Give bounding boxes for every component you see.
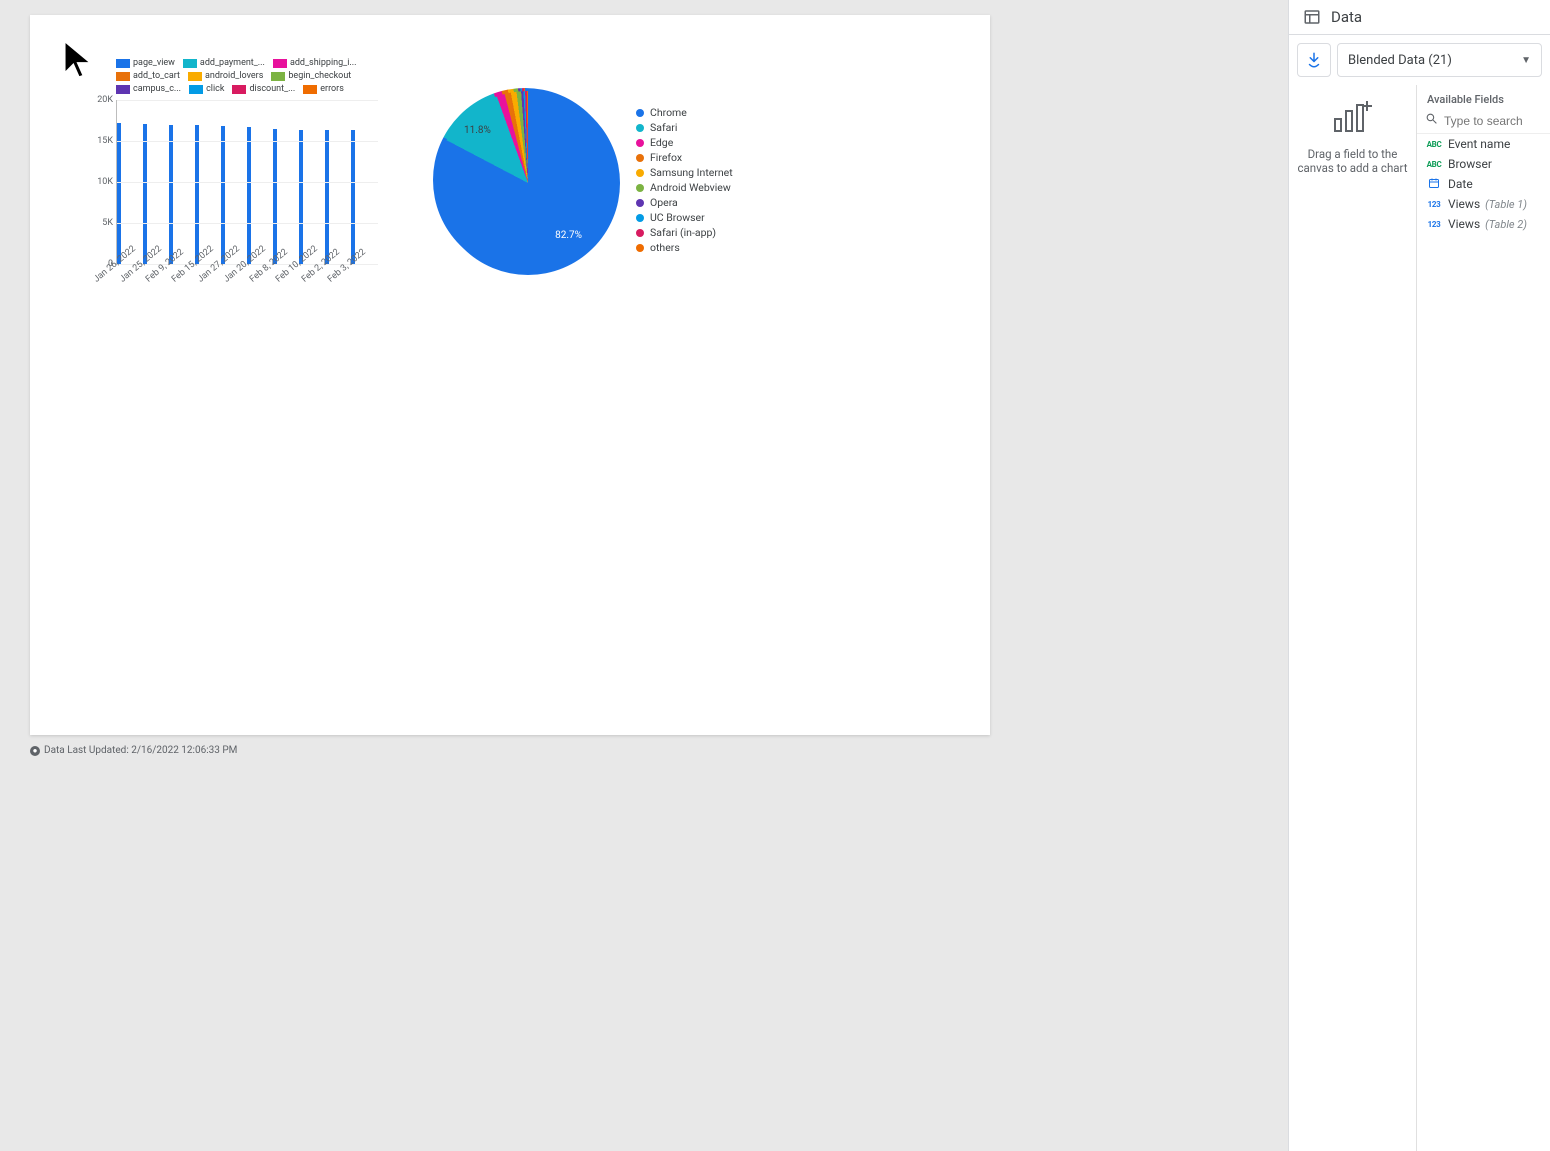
calendar-icon	[1426, 177, 1442, 191]
pie-legend-item: others	[636, 240, 733, 255]
chevron-down-icon: ▼	[1521, 55, 1531, 66]
field-type-badge: 123	[1426, 200, 1442, 209]
report-canvas[interactable]: page_view add_payment_... add_shipping_i..…	[30, 15, 990, 735]
datasource-select[interactable]: Blended Data (21) ▼	[1337, 43, 1542, 77]
legend-item: discount_...	[232, 83, 295, 96]
table-icon	[1303, 8, 1321, 26]
field-item[interactable]: Date	[1417, 174, 1550, 194]
bar	[325, 130, 329, 264]
bar	[299, 130, 303, 264]
bar	[273, 129, 277, 264]
search-icon	[1425, 112, 1438, 129]
blend-data-button[interactable]	[1297, 43, 1331, 77]
bar-x-axis: Jan 26, 2022Jan 25, 2022Feb 9, 2022Feb 1…	[116, 265, 378, 305]
pie-legend-item: Chrome	[636, 105, 733, 120]
field-label: Browser	[1448, 157, 1492, 171]
legend-item: click	[189, 83, 224, 96]
field-item[interactable]: 123 Views (Table 1)	[1417, 194, 1550, 214]
field-type-badge: ABC	[1426, 160, 1442, 169]
bar-legend: page_view add_payment_... add_shipping_i..…	[116, 57, 376, 96]
field-label: Views (Table 2)	[1448, 217, 1527, 231]
legend-item: add_shipping_i...	[273, 57, 357, 70]
available-fields-header: Available Fields	[1417, 85, 1550, 110]
pie-legend-item: Safari	[636, 120, 733, 135]
pie-legend-item: Android Webview	[636, 180, 733, 195]
legend-item: add_payment_...	[183, 57, 265, 70]
field-item[interactable]: ABC Event name	[1417, 134, 1550, 154]
field-search-input[interactable]	[1444, 114, 1542, 128]
data-panel-title: Data	[1331, 8, 1362, 26]
pie-legend-item: Edge	[636, 135, 733, 150]
field-label: Event name	[1448, 137, 1510, 151]
bar	[117, 123, 121, 264]
pie-circle: 82.7% 11.8%	[430, 85, 620, 275]
pie-chart[interactable]: 82.7% 11.8% ChromeSafariEdgeFirefoxSamsu…	[430, 85, 733, 275]
workspace[interactable]: page_view add_payment_... add_shipping_i..…	[0, 0, 1288, 1151]
legend-item: android_lovers	[188, 70, 263, 83]
bar	[195, 125, 199, 264]
pie-legend-item: Opera	[636, 195, 733, 210]
bar	[143, 124, 147, 264]
add-chart-icon	[1329, 97, 1377, 137]
pie-legend-item: UC Browser	[636, 210, 733, 225]
pie-label-main: 82.7%	[555, 230, 582, 241]
bar	[351, 130, 355, 264]
status-text: Data Last Updated: 2/16/2022 12:06:33 PM	[44, 745, 237, 756]
pie-legend: ChromeSafariEdgeFirefoxSamsung InternetA…	[636, 105, 733, 255]
pie-legend-item: Safari (in-app)	[636, 225, 733, 240]
field-label: Views (Table 1)	[1448, 197, 1527, 211]
datasource-label: Blended Data (21)	[1348, 53, 1452, 68]
field-item[interactable]: 123 Views (Table 2)	[1417, 214, 1550, 234]
legend-item: add_to_cart	[116, 70, 180, 83]
pie-label-secondary: 11.8%	[464, 125, 491, 136]
bar	[221, 126, 225, 264]
data-panel: Data Blended Data (21) ▼ Drag a field to…	[1288, 0, 1550, 1151]
legend-item: campus_c...	[116, 83, 181, 96]
bar	[247, 127, 251, 264]
bar-chart[interactable]: page_view add_payment_... add_shipping_i..…	[66, 57, 406, 305]
legend-item: begin_checkout	[271, 70, 351, 83]
status-dot-icon: ●	[30, 746, 40, 756]
drag-fields-area[interactable]: Drag a field to the canvas to add a char…	[1289, 85, 1417, 1151]
field-type-badge: 123	[1426, 220, 1442, 229]
available-fields-col: Available Fields ABC Event name ABC Browser…	[1417, 85, 1550, 1151]
field-item[interactable]: ABC Browser	[1417, 154, 1550, 174]
pie-legend-item: Firefox	[636, 150, 733, 165]
status-bar: ● Data Last Updated: 2/16/2022 12:06:33 …	[30, 743, 990, 758]
field-type-badge: ABC	[1426, 140, 1442, 149]
legend-item: page_view	[116, 57, 175, 70]
bar	[169, 125, 173, 264]
drag-hint-text: Drag a field to the canvas to add a char…	[1297, 147, 1408, 175]
data-panel-header: Data	[1289, 0, 1550, 35]
legend-item: errors	[303, 83, 344, 96]
field-search[interactable]	[1417, 110, 1550, 134]
pie-legend-item: Samsung Internet	[636, 165, 733, 180]
bar-plot-area: 05K10K15K20K	[116, 100, 378, 265]
field-label: Date	[1448, 177, 1473, 191]
